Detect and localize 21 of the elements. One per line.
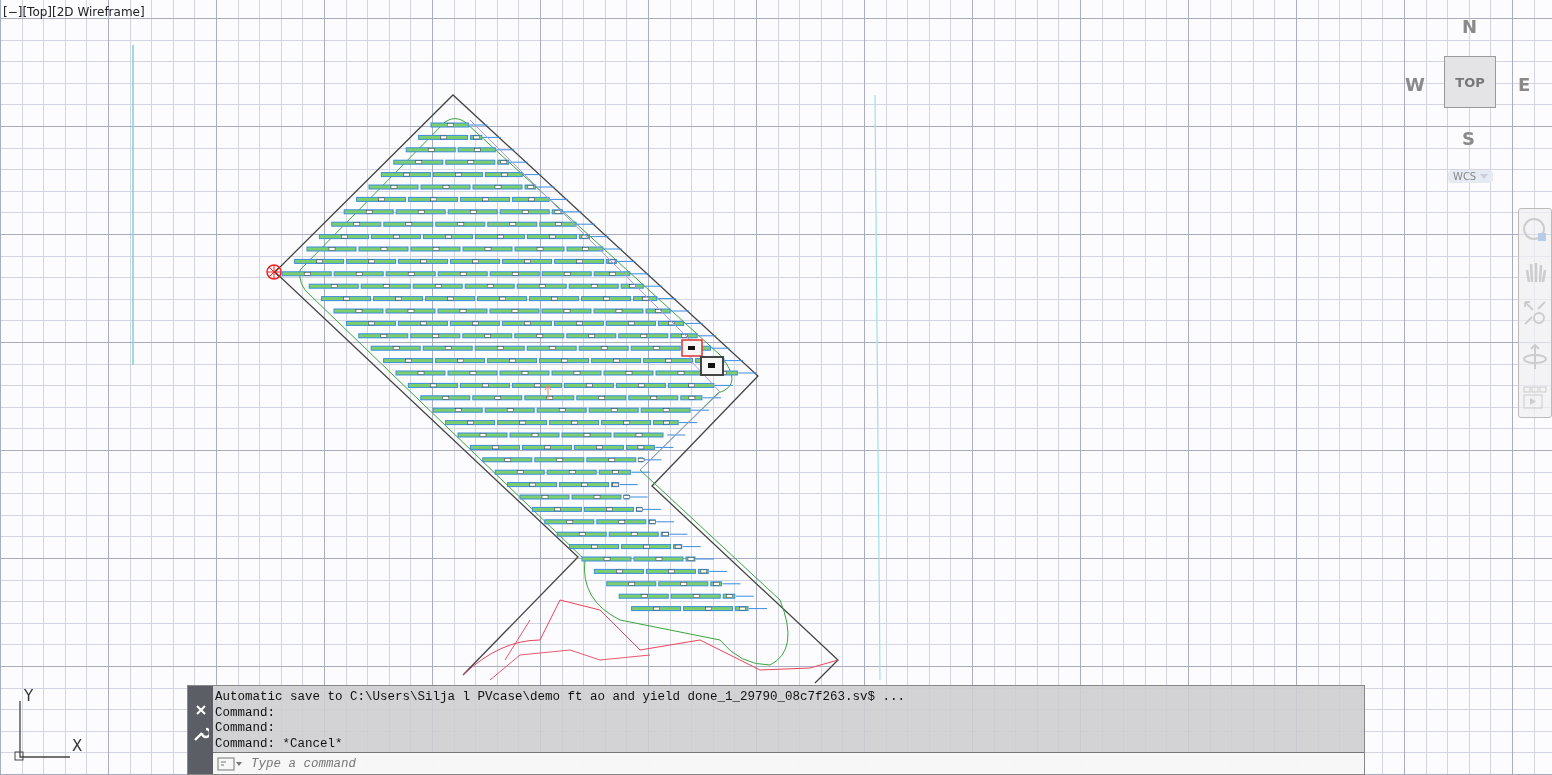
compass-north-label[interactable]: N (1462, 16, 1478, 37)
caret-icon (1480, 173, 1489, 180)
ucs-menu-button[interactable]: WCS (1448, 170, 1494, 183)
viewport-label[interactable]: [−][Top][2D Wireframe] (3, 5, 145, 19)
viewcube-face[interactable]: TOP (1444, 56, 1496, 108)
y-axis-label: Y (24, 687, 34, 705)
command-input-box[interactable]: Type a command (213, 752, 1364, 774)
orbit-icon[interactable] (1522, 341, 1548, 372)
x-axis-label: X (72, 737, 83, 755)
command-prompt-icon[interactable] (217, 756, 243, 771)
command-history-line: Command: (215, 705, 276, 721)
close-icon[interactable] (194, 704, 207, 716)
command-history-line: Command: *Cancel* (215, 736, 344, 752)
ucs-axes-icon (12, 699, 72, 761)
compass-west-label[interactable]: W (1405, 74, 1425, 95)
command-history-line: Command: (215, 721, 276, 737)
compass-south-label[interactable]: S (1462, 128, 1475, 149)
showmotion-icon[interactable] (1522, 384, 1548, 411)
compass-east-label[interactable]: E (1518, 74, 1531, 95)
command-input-field[interactable]: Type a command (249, 755, 1364, 772)
command-history-line: Automatic save to C:\Users\Silja l PVcase\demo ft ao and yield done_1_29790_08c7f263.sv$ ... (215, 690, 907, 706)
